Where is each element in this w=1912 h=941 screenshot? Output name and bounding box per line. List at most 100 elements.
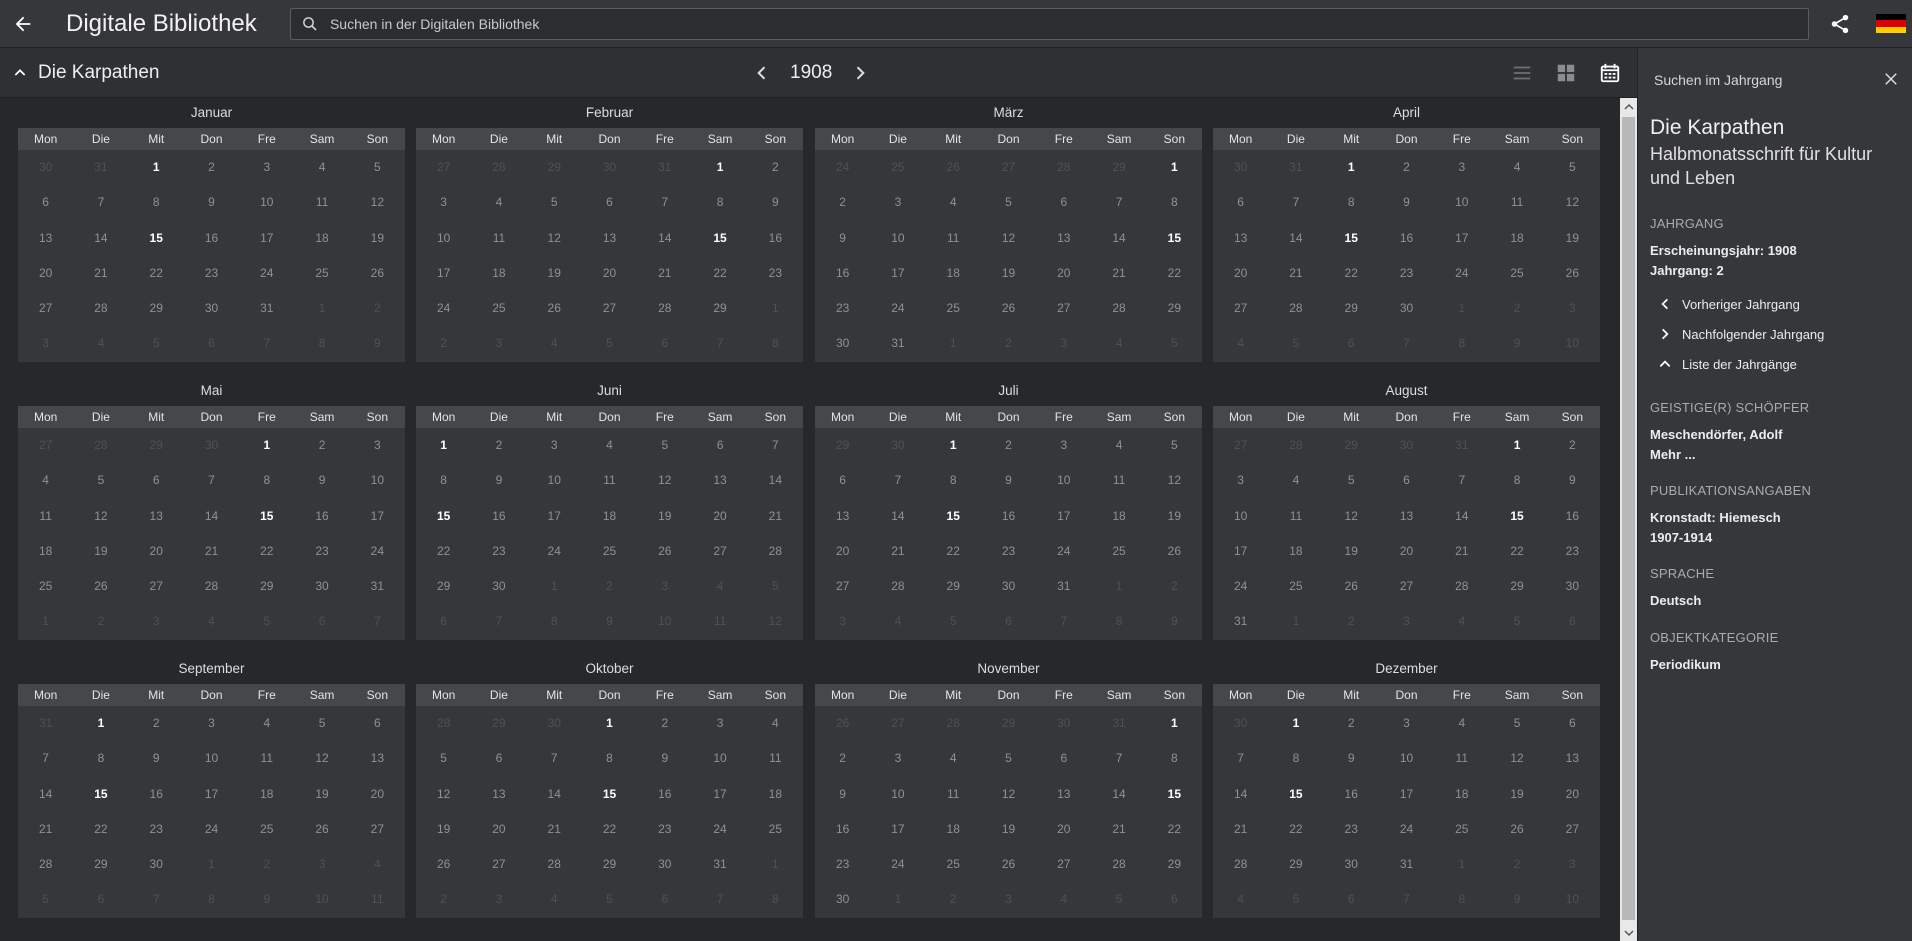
day-grid: 26 27 28 29 30 31 1 2 3 4 5 6 7 8 9 10 11 12 13 14 15 16 17 18 1… (815, 706, 1202, 918)
day-cell: 6 (661, 892, 669, 907)
day-cell: 8 (1115, 614, 1123, 629)
issue-day[interactable]: 15 (1147, 221, 1202, 256)
day-cell: 24 (436, 301, 451, 316)
back-arrow-icon[interactable] (0, 0, 46, 48)
prev-volume-link[interactable]: Vorheriger Jahrgang (1650, 289, 1905, 319)
issue-day[interactable]: 15 (1147, 777, 1202, 812)
day-cell: 19 (1001, 821, 1016, 836)
issue-day[interactable]: 15 (1268, 777, 1323, 812)
issue-day[interactable]: 15 (1489, 499, 1544, 534)
issue-day[interactable]: 15 (129, 221, 184, 256)
weekday-label: Mon (33, 132, 58, 146)
day-cell: 25 (768, 821, 783, 836)
prev-year-chevron-icon[interactable] (752, 63, 772, 83)
day-cell: 20 (602, 265, 617, 280)
day-cell: 17 (891, 821, 905, 836)
weekday-label: Sam (309, 410, 335, 424)
day-cell: 28 (1233, 857, 1248, 872)
issue-day[interactable]: 1 (1489, 428, 1544, 463)
list-view-icon[interactable] (1509, 60, 1535, 86)
weekday-label: Son (764, 132, 787, 146)
share-icon[interactable] (1826, 10, 1854, 38)
issue-day[interactable]: 1 (73, 706, 128, 741)
issue-day[interactable]: 15 (692, 221, 747, 256)
day-cell: 29 (1344, 438, 1358, 452)
weekday-header: Mon Die Mit Don Fre Sam Son (815, 128, 1202, 150)
day-cell: 4 (1458, 716, 1466, 730)
issue-day[interactable]: 1 (582, 706, 637, 741)
weekday-label: Mit (1343, 132, 1360, 146)
day-cell: 26 (370, 265, 385, 280)
day-cell: 1 (894, 892, 902, 907)
german-flag-icon[interactable] (1876, 14, 1906, 33)
scroll-up-icon[interactable] (1620, 98, 1637, 115)
issue-day[interactable]: 15 (416, 499, 471, 534)
search-icon[interactable] (291, 15, 330, 33)
day-cell: 25 (315, 265, 329, 280)
weekday-label: Sam (1504, 132, 1530, 146)
month-juni: Juni Mon Die Mit Don Fre Sam Son 1 2 3 4 5 6 7 8 9 10 11 12… (416, 376, 803, 640)
day-cell: 23 (768, 265, 783, 280)
category-section: OBJEKTKATEGORIE Periodikum (1650, 630, 1905, 675)
issue-day[interactable]: 1 (416, 428, 471, 463)
day-cell: 6 (1060, 195, 1068, 210)
weekday-label: Don (997, 132, 1020, 146)
issue-day[interactable]: 1 (239, 428, 294, 463)
issue-day[interactable]: 1 (1147, 150, 1202, 185)
scrollbar-thumb[interactable] (1622, 117, 1635, 920)
volume-list-link[interactable]: Liste der Jahrgänge (1650, 349, 1905, 379)
issue-day[interactable]: 15 (73, 777, 128, 812)
weekday-label: Mon (431, 688, 456, 702)
day-cell: 5 (263, 614, 271, 629)
search-input[interactable] (329, 16, 1808, 32)
issue-day[interactable]: 1 (129, 150, 184, 185)
issue-day[interactable]: 1 (1324, 150, 1379, 185)
day-cell: 19 (547, 265, 561, 280)
more-link[interactable]: Mehr ... (1650, 445, 1905, 465)
day-cell: 7 (1060, 614, 1068, 629)
day-grid: 30 31 1 2 3 4 5 6 7 8 9 10 11 12 13 14 15 16 17 18 19 20 21 22 2… (1213, 150, 1600, 362)
day-cell: 2 (152, 716, 160, 730)
issue-day[interactable]: 1 (692, 150, 747, 185)
work-title: Die Karpathen (1650, 116, 1785, 139)
issue-day[interactable]: 1 (1268, 706, 1323, 741)
day-cell: 6 (1347, 892, 1355, 907)
scroll-down-icon[interactable] (1620, 924, 1637, 941)
issue-day[interactable]: 15 (926, 499, 981, 534)
creator-value[interactable]: Meschendörfer, Adolf (1650, 425, 1905, 445)
issue-day[interactable]: 1 (1147, 706, 1202, 741)
weekday-label: Fre (257, 688, 276, 702)
calendar-view-icon[interactable] (1597, 60, 1623, 86)
calendar-scrollbar[interactable] (1620, 98, 1637, 941)
day-cell: 6 (1569, 716, 1576, 730)
search-box[interactable] (290, 8, 1809, 40)
day-cell: 8 (606, 751, 613, 766)
issue-day[interactable]: 15 (239, 499, 294, 534)
grid-view-icon[interactable] (1553, 60, 1579, 86)
month-name: September (178, 661, 245, 676)
next-volume-link[interactable]: Nachfolgender Jahrgang (1650, 319, 1905, 349)
day-cell: 5 (1171, 336, 1178, 351)
collapse-title-button[interactable]: Die Karpathen (12, 62, 159, 84)
issue-day[interactable]: 1 (926, 428, 981, 463)
close-icon[interactable] (1882, 70, 1900, 93)
day-cell: 20 (492, 821, 506, 836)
issue-day[interactable]: 15 (582, 777, 637, 812)
issue-day[interactable]: 15 (1324, 221, 1379, 256)
day-cell: 2 (263, 857, 271, 872)
weekday-label: Don (997, 410, 1020, 424)
weekday-label: Don (1395, 132, 1418, 146)
month-name: Mai (200, 383, 223, 398)
day-cell: 3 (894, 751, 902, 766)
day-cell: 26 (547, 301, 561, 316)
jahrgang-section: JAHRGANG Erscheinungsjahr: 1908 Jahrgang… (1650, 216, 1905, 379)
top-bar: Digitale Bibliothek (0, 0, 1912, 48)
day-cell: 28 (436, 716, 451, 730)
month-dezember: Dezember Mon Die Mit Don Fre Sam Son 30 1 2 3 4 5 6 7 8 9… (1213, 654, 1600, 918)
day-cell: 19 (1167, 508, 1182, 523)
day-cell: 19 (658, 508, 672, 523)
day-cell: 13 (149, 508, 163, 523)
next-year-chevron-icon[interactable] (850, 63, 870, 83)
app-title[interactable]: Digitale Bibliothek (66, 10, 289, 38)
day-cell: 27 (1233, 438, 1248, 452)
